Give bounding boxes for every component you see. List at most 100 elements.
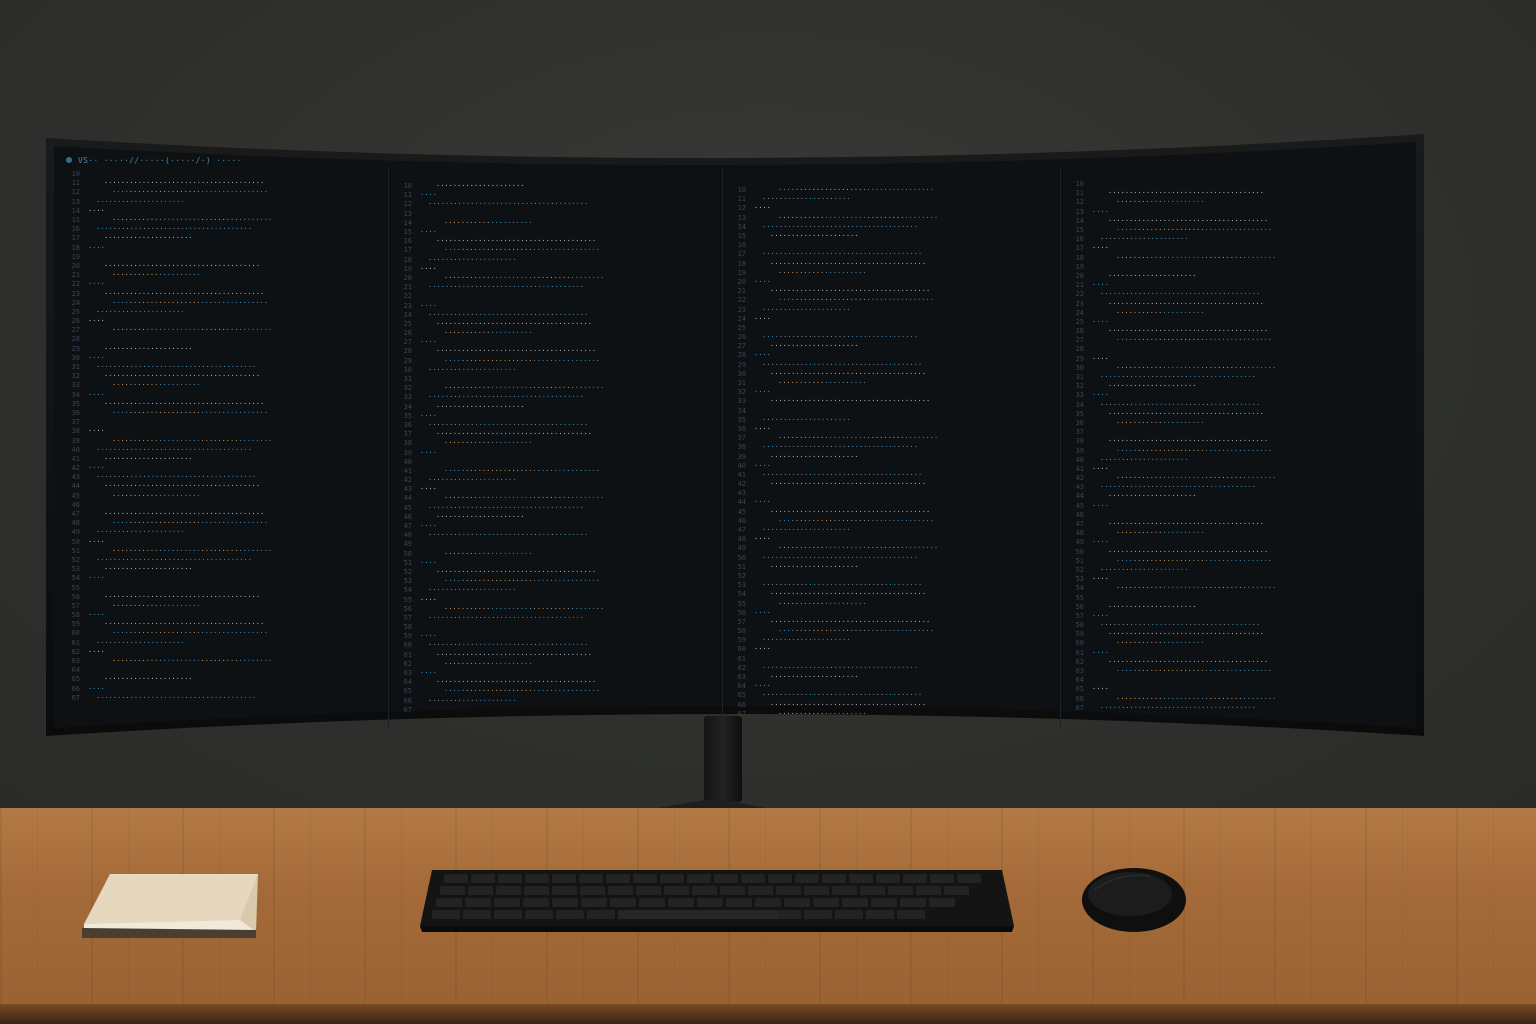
code-line[interactable]: 28 <box>60 335 386 344</box>
code-line[interactable]: 20 ···· ················· ···············… <box>60 262 386 271</box>
code-line[interactable]: 66 ···· <box>60 685 386 694</box>
code-line[interactable]: 67 ···· ················· ···············… <box>1064 704 1410 713</box>
code-line[interactable]: 35 ···· <box>392 412 718 421</box>
code-line[interactable]: 49 ··········· ·········· ········· ·····… <box>726 544 1056 553</box>
code-line[interactable]: 27 ··········· ·········· <box>726 342 1056 351</box>
code-line[interactable]: 18 ···· ················· ···············… <box>726 260 1056 269</box>
code-line[interactable]: 39 ···· <box>392 448 718 457</box>
keyboard-key[interactable] <box>842 898 868 907</box>
keyboard-key[interactable] <box>525 910 553 919</box>
code-line[interactable]: 34 <box>726 407 1056 416</box>
code-line[interactable]: 10 ··········· ·········· <box>392 182 718 191</box>
keyboard-key[interactable] <box>741 874 765 883</box>
code-line[interactable]: 39 ··········· ·········· <box>726 452 1056 461</box>
code-line[interactable]: 37 <box>60 418 386 427</box>
code-line[interactable]: 52 ···· ················· ···············… <box>60 556 386 565</box>
code-line[interactable]: 41 ··········· ·········· ········· ·····… <box>726 471 1056 480</box>
code-line[interactable]: 51 ··········· ·········· <box>726 563 1056 572</box>
code-line[interactable]: 20 ··········· ·········· <box>1064 272 1410 281</box>
keyboard-key[interactable] <box>610 898 636 907</box>
code-line[interactable]: 14 ···· <box>60 207 386 216</box>
code-line[interactable]: 13 <box>392 210 718 219</box>
code-line[interactable]: 20 ···· <box>726 278 1056 287</box>
code-line[interactable]: 48 ··········· ·········· ········· ·····… <box>392 531 718 540</box>
code-line[interactable]: 22 ···· <box>60 280 386 289</box>
code-line[interactable]: 29 ··········· ·········· <box>60 345 386 354</box>
keyboard-key[interactable] <box>496 886 521 895</box>
keyboard-key[interactable] <box>524 886 549 895</box>
keyboard-key[interactable] <box>440 886 465 895</box>
code-line[interactable]: 16 <box>726 241 1056 250</box>
spacebar-key[interactable] <box>618 910 778 919</box>
code-line[interactable]: 36 ···· ················· ···············… <box>60 409 386 418</box>
keyboard-key[interactable] <box>795 874 819 883</box>
code-line[interactable]: 37 ··········· ·········· ········· ·····… <box>726 434 1056 443</box>
code-line[interactable]: 25 ···· <box>1064 318 1410 327</box>
code-line[interactable]: 14 ··········· ·········· ········· ·····… <box>1064 217 1410 226</box>
code-line[interactable]: 11 ···· ················· ···············… <box>1064 189 1410 198</box>
code-line[interactable]: 48 ··········· ·········· <box>1064 529 1410 538</box>
code-pane-3[interactable]: 10 ···· ················· ···············… <box>726 186 1056 728</box>
code-line[interactable]: 30 ···· <box>60 354 386 363</box>
code-line[interactable]: 47 ··········· ·········· <box>726 526 1056 535</box>
keyboard-key[interactable] <box>916 886 941 895</box>
code-line[interactable]: 32 ···· <box>726 388 1056 397</box>
code-line[interactable]: 62 ··········· ·········· <box>392 660 718 669</box>
code-line[interactable]: 67 ··········· ·········· ········· ·····… <box>60 694 386 703</box>
code-line[interactable]: 50 ···· ················· ···············… <box>726 554 1056 563</box>
code-line[interactable]: 64 ···· <box>726 682 1056 691</box>
keyboard-key[interactable] <box>498 874 522 883</box>
keyboard-key[interactable] <box>636 886 661 895</box>
code-line[interactable]: 54 ···· <box>60 574 386 583</box>
code-line[interactable]: 24 ···· ················· ···············… <box>60 299 386 308</box>
code-line[interactable]: 52 <box>726 572 1056 581</box>
code-line[interactable]: 10 <box>60 170 386 179</box>
keyboard-key[interactable] <box>813 898 839 907</box>
code-line[interactable]: 37 ···· ················· ···············… <box>392 430 718 439</box>
keyboard-key[interactable] <box>692 886 717 895</box>
code-line[interactable]: 15 ··········· ·········· ········· ·····… <box>60 216 386 225</box>
code-line[interactable]: 25 <box>726 324 1056 333</box>
code-line[interactable]: 40 ··········· ·········· <box>1064 456 1410 465</box>
code-line[interactable]: 58 ···· ················· ···············… <box>726 627 1056 636</box>
code-line[interactable]: 24 ··········· ·········· ········· ·····… <box>392 311 718 320</box>
code-line[interactable]: 18 ··········· ·········· <box>392 256 718 265</box>
keyboard-key[interactable] <box>523 898 549 907</box>
code-line[interactable]: 56 ···· ················· ···············… <box>60 593 386 602</box>
code-line[interactable]: 62 ··········· ·········· ········· ·····… <box>1064 658 1410 667</box>
code-line[interactable]: 14 ···· ················· ···············… <box>726 223 1056 232</box>
code-line[interactable]: 18 ···· <box>60 244 386 253</box>
code-line[interactable]: 49 ··········· ·········· <box>60 528 386 537</box>
code-line[interactable]: 46 <box>60 501 386 510</box>
code-line[interactable]: 31 <box>392 375 718 384</box>
code-line[interactable]: 35 ···· ················· ···············… <box>1064 410 1410 419</box>
code-line[interactable]: 58 ···· <box>60 611 386 620</box>
code-line[interactable]: 40 ···· ················· ···············… <box>60 446 386 455</box>
code-line[interactable]: 38 ··········· ·········· <box>392 439 718 448</box>
code-line[interactable]: 19 <box>60 253 386 262</box>
mouse[interactable] <box>1080 864 1188 936</box>
code-line[interactable]: 29 ··········· ·········· ········· ·····… <box>726 361 1056 370</box>
code-line[interactable]: 16 ···· ················· ···············… <box>60 225 386 234</box>
code-line[interactable]: 33 ··········· ·········· ········· ·····… <box>726 397 1056 406</box>
code-line[interactable]: 44 ···· ················· ···············… <box>60 482 386 491</box>
code-line[interactable]: 46 ··········· ·········· <box>392 513 718 522</box>
code-line[interactable]: 40 ···· <box>726 462 1056 471</box>
code-line[interactable]: 59 ··········· ·········· <box>726 636 1056 645</box>
code-line[interactable]: 52 ··········· ·········· <box>1064 566 1410 575</box>
code-line[interactable]: 38 ··········· ·········· ········· ·····… <box>1064 437 1410 446</box>
code-line[interactable]: 49 ···· <box>1064 538 1410 547</box>
code-line[interactable]: 50 ··········· ·········· <box>392 550 718 559</box>
code-line[interactable]: 10 ···· ················· ···············… <box>726 186 1056 195</box>
keyboard-key[interactable] <box>444 874 468 883</box>
code-line[interactable]: 41 ···· <box>1064 465 1410 474</box>
code-line[interactable]: 36 ··········· ·········· ········· ·····… <box>392 421 718 430</box>
code-line[interactable]: 26 ···· <box>60 317 386 326</box>
code-line[interactable]: 43 ···· <box>392 485 718 494</box>
code-line[interactable]: 47 ···· <box>392 522 718 531</box>
keyboard-key[interactable] <box>468 886 493 895</box>
code-line[interactable]: 19 ···· <box>392 265 718 274</box>
code-line[interactable]: 44 ··········· ·········· ········· ·····… <box>392 494 718 503</box>
code-line[interactable]: 55 ···· <box>392 595 718 604</box>
code-line[interactable]: 55 <box>1064 593 1410 602</box>
